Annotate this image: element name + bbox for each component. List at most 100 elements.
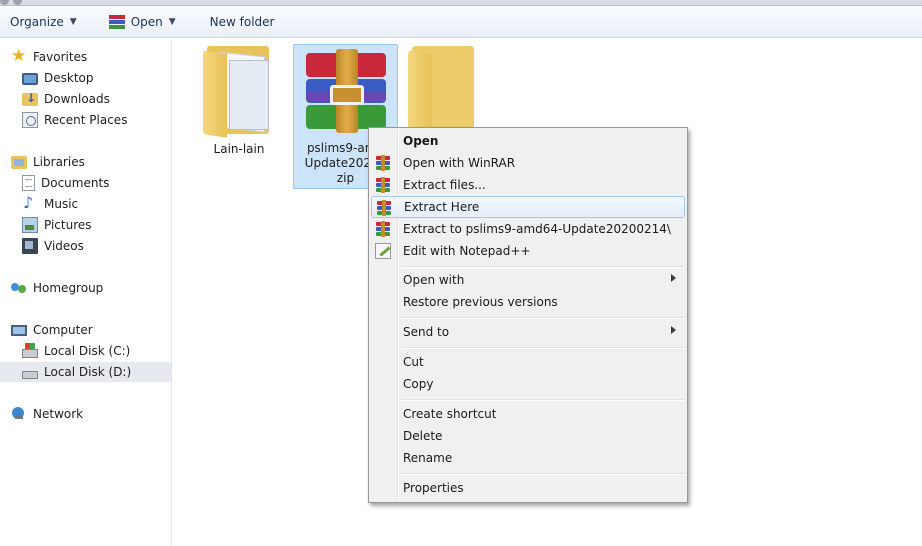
winrar-icon bbox=[375, 177, 391, 193]
nav-pictures[interactable]: Pictures bbox=[22, 215, 92, 235]
chevron-down-icon: ▼ bbox=[168, 16, 176, 27]
nav-label: Favorites bbox=[33, 50, 88, 64]
organize-button[interactable]: Organize ▼ bbox=[0, 10, 87, 34]
nav-videos[interactable]: Videos bbox=[22, 236, 84, 256]
menu-label: Restore previous versions bbox=[403, 295, 558, 309]
menu-properties[interactable]: Properties bbox=[371, 477, 685, 499]
menu-label: Rename bbox=[403, 451, 453, 465]
nav-label: Downloads bbox=[44, 92, 110, 106]
downloads-folder-icon bbox=[22, 91, 38, 106]
documents-icon bbox=[22, 175, 35, 191]
folder-icon bbox=[408, 44, 480, 138]
nav-label: Pictures bbox=[44, 218, 92, 232]
menu-label: Send to bbox=[403, 325, 450, 339]
menu-open[interactable]: Open bbox=[371, 130, 685, 152]
menu-rename[interactable]: Rename bbox=[371, 447, 685, 469]
winrar-icon bbox=[375, 221, 391, 237]
new-folder-label: New folder bbox=[209, 14, 275, 29]
nav-downloads[interactable]: Downloads bbox=[22, 89, 110, 109]
windows-disk-icon bbox=[22, 343, 38, 358]
nav-recent-places[interactable]: Recent Places bbox=[22, 110, 127, 130]
chevron-down-icon: ▼ bbox=[69, 16, 77, 27]
music-icon bbox=[22, 193, 38, 212]
menu-extract-to[interactable]: Extract to pslims9-amd64-Update20200214\ bbox=[371, 218, 685, 240]
nav-label: Computer bbox=[33, 323, 93, 337]
menu-label: Open bbox=[403, 134, 439, 148]
menu-separator bbox=[401, 473, 685, 475]
folder-with-documents-icon bbox=[203, 44, 275, 138]
open-button[interactable]: Open ▼ bbox=[99, 10, 186, 34]
menu-open-with-winrar[interactable]: Open with WinRAR bbox=[371, 152, 685, 174]
nav-label: Recent Places bbox=[44, 113, 128, 127]
network-icon bbox=[11, 406, 27, 422]
nav-documents[interactable]: Documents bbox=[22, 173, 109, 193]
nav-label: Local Disk (D:) bbox=[44, 365, 132, 379]
nav-label: Homegroup bbox=[33, 281, 104, 295]
window-control-icon bbox=[0, 0, 9, 5]
folder-lain-lain[interactable]: Lain-lain bbox=[190, 44, 288, 164]
submenu-arrow-icon bbox=[671, 326, 676, 334]
recent-places-icon bbox=[22, 112, 38, 128]
menu-edit-notepad[interactable]: Edit with Notepad++ bbox=[371, 240, 685, 262]
menu-send-to[interactable]: Send to bbox=[371, 321, 685, 343]
nav-music[interactable]: Music bbox=[22, 193, 78, 214]
nav-label: Documents bbox=[41, 176, 110, 190]
menu-label: Delete bbox=[403, 429, 443, 443]
disk-drive-icon bbox=[22, 370, 38, 379]
menu-label: Cut bbox=[403, 355, 424, 369]
open-label: Open bbox=[130, 14, 163, 29]
menu-label: Copy bbox=[403, 377, 434, 391]
desktop-icon bbox=[22, 72, 38, 85]
videos-icon bbox=[22, 238, 38, 254]
menu-open-with[interactable]: Open with bbox=[371, 269, 685, 291]
nav-label: Network bbox=[33, 407, 84, 421]
star-icon bbox=[11, 46, 27, 66]
nav-local-disk-c[interactable]: Local Disk (C:) bbox=[22, 341, 130, 361]
nav-local-disk-d[interactable]: Local Disk (D:) bbox=[0, 362, 171, 382]
nav-label: Desktop bbox=[44, 71, 94, 85]
winrar-icon bbox=[375, 155, 391, 171]
menu-separator bbox=[401, 347, 685, 349]
winrar-archive-icon bbox=[300, 49, 392, 133]
menu-separator bbox=[401, 266, 685, 268]
window-control-icon bbox=[13, 0, 22, 5]
nav-label: Local Disk (C:) bbox=[44, 344, 131, 358]
menu-cut[interactable]: Cut bbox=[371, 351, 685, 373]
nav-desktop[interactable]: Desktop bbox=[22, 68, 94, 88]
menu-delete[interactable]: Delete bbox=[371, 425, 685, 447]
command-bar: Organize ▼ Open ▼ New folder bbox=[0, 6, 922, 38]
context-menu: Open Open with WinRAR Extract files... E… bbox=[368, 127, 688, 503]
menu-label: Extract to pslims9-amd64-Update20200214\ bbox=[403, 222, 671, 236]
nav-label: Videos bbox=[44, 239, 84, 253]
nav-network[interactable]: Network bbox=[11, 404, 83, 424]
organize-label: Organize bbox=[10, 14, 64, 29]
menu-extract-files[interactable]: Extract files... bbox=[371, 174, 685, 196]
nav-computer[interactable]: Computer bbox=[11, 320, 93, 340]
menu-copy[interactable]: Copy bbox=[371, 373, 685, 395]
homegroup-icon bbox=[11, 280, 27, 296]
nav-favorites[interactable]: Favorites bbox=[11, 46, 88, 67]
nav-homegroup[interactable]: Homegroup bbox=[11, 278, 103, 298]
new-folder-button[interactable]: New folder bbox=[200, 10, 285, 34]
menu-extract-here[interactable]: Extract Here bbox=[371, 196, 685, 218]
libraries-icon bbox=[11, 155, 27, 169]
menu-label: Open with WinRAR bbox=[403, 156, 516, 170]
pictures-icon bbox=[22, 217, 38, 233]
menu-label: Open with bbox=[403, 273, 465, 287]
menu-label: Properties bbox=[403, 481, 464, 495]
menu-label: Edit with Notepad++ bbox=[403, 244, 531, 258]
nav-libraries[interactable]: Libraries bbox=[11, 152, 85, 172]
menu-restore-previous[interactable]: Restore previous versions bbox=[371, 291, 685, 313]
menu-label: Extract files... bbox=[403, 178, 486, 192]
menu-label: Create shortcut bbox=[403, 407, 497, 421]
winrar-icon bbox=[108, 14, 125, 29]
folder-third[interactable] bbox=[404, 44, 484, 138]
submenu-arrow-icon bbox=[671, 274, 676, 282]
notepad-plus-plus-icon bbox=[375, 243, 391, 259]
menu-label: Extract Here bbox=[404, 200, 480, 214]
nav-label: Libraries bbox=[33, 155, 85, 169]
menu-separator bbox=[401, 317, 685, 319]
computer-icon bbox=[11, 325, 27, 336]
menu-create-shortcut[interactable]: Create shortcut bbox=[371, 403, 685, 425]
file-label: Lain-lain bbox=[213, 142, 265, 156]
